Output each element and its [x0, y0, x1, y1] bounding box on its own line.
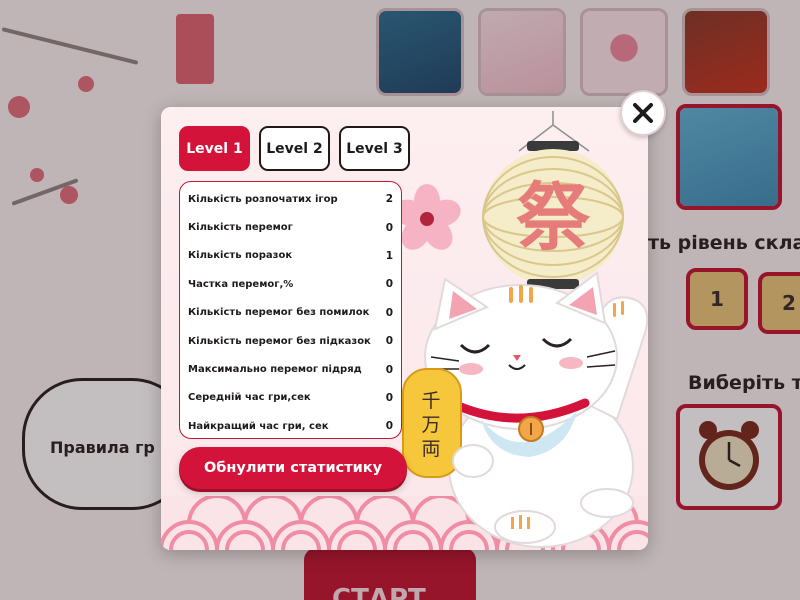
- coin-glyph-2: 万: [421, 414, 440, 436]
- lucky-cat-icon: 千 万 両: [402, 271, 648, 548]
- stat-row-losses: Кількість поразок 1: [188, 242, 393, 270]
- stat-label: Найкращий час гри, сек: [188, 420, 329, 432]
- maneki-neko-illustration: 祭 千 万 両: [393, 107, 648, 550]
- stat-value: 1: [385, 249, 393, 262]
- stat-label: Кількість перемог без помилок: [188, 307, 370, 319]
- reset-statistics-button[interactable]: Обнулити статистику: [179, 447, 407, 489]
- stat-row-average-time: Середній час гри,сек 0: [188, 384, 393, 412]
- coin-glyph-1: 千: [421, 390, 440, 412]
- statistics-table: Кількість розпочатих ігор 2 Кількість пе…: [179, 181, 402, 439]
- sakura-icon: [393, 184, 461, 250]
- stat-row-wins-no-errors: Кількість перемог без помилок 0: [188, 299, 393, 327]
- stat-label: Максимально перемог підряд: [188, 364, 362, 376]
- tab-level-2[interactable]: Level 2: [259, 126, 330, 171]
- stat-value: 0: [385, 391, 393, 404]
- paper-lantern-icon: 祭: [482, 141, 624, 289]
- stat-value: 0: [385, 306, 393, 319]
- stat-value: 0: [385, 221, 393, 234]
- stat-value: 2: [385, 193, 393, 206]
- stat-label: Кількість поразок: [188, 250, 293, 262]
- stat-row-wins-no-hints: Кількість перемог без підказок 0: [188, 327, 393, 355]
- stat-label: Кількість перемог: [188, 222, 293, 234]
- stat-value: 0: [385, 335, 393, 348]
- stat-row-win-rate: Частка перемог,% 0: [188, 270, 393, 298]
- stat-row-games-started: Кількість розпочатих ігор 2: [188, 185, 393, 213]
- stat-label: Частка перемог,%: [188, 278, 294, 290]
- close-icon: [633, 103, 653, 123]
- stat-row-max-streak: Максимально перемог підряд 0: [188, 355, 393, 383]
- stat-row-wins: Кількість перемог 0: [188, 213, 393, 241]
- statistics-modal: 祭 千 万 両 Level 1 Level 2 Level 3 Кількіст…: [161, 107, 648, 550]
- level-tabs: Level 1 Level 2 Level 3: [179, 126, 410, 171]
- tab-level-3[interactable]: Level 3: [339, 126, 410, 171]
- tab-level-1[interactable]: Level 1: [179, 126, 250, 171]
- coin-glyph-3: 両: [421, 438, 440, 460]
- stat-label: Кількість розпочатих ігор: [188, 193, 338, 205]
- stat-value: 0: [385, 363, 393, 376]
- close-modal-button[interactable]: [620, 90, 666, 136]
- stat-label: Середній час гри,сек: [188, 392, 311, 404]
- stat-label: Кількість перемог без підказок: [188, 335, 371, 347]
- stat-value: 0: [385, 278, 393, 291]
- stat-value: 0: [385, 420, 393, 433]
- lantern-glyph: 祭: [516, 175, 591, 261]
- stat-row-best-time: Найкращий час гри, сек 0: [188, 412, 393, 440]
